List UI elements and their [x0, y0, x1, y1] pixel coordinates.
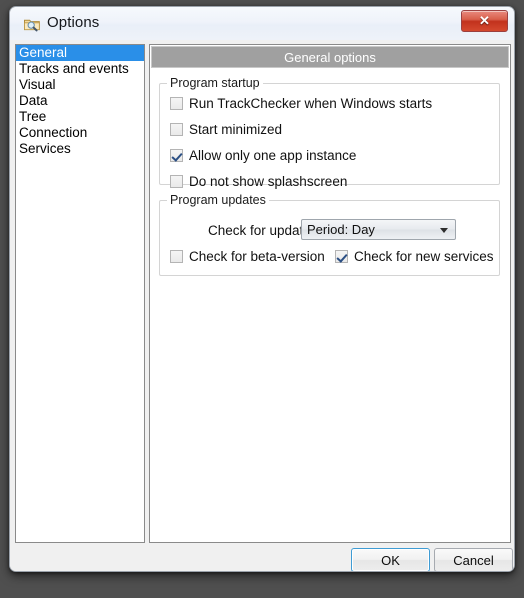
update-period-dropdown[interactable]: Period: Day	[301, 219, 456, 240]
category-list[interactable]: General Tracks and events Visual Data Tr…	[15, 44, 145, 543]
sidebar-item-services[interactable]: Services	[16, 141, 144, 157]
cancel-button[interactable]: Cancel	[434, 548, 513, 571]
checkbox-label: Check for beta-version	[189, 249, 325, 264]
group-legend: Program updates	[167, 193, 269, 207]
checkbox-row-check-new-services[interactable]: Check for new services	[335, 249, 494, 264]
checkbox-no-splashscreen[interactable]	[170, 175, 183, 188]
options-dialog-window: Options ✕ General Tracks and events Visu…	[9, 6, 515, 572]
checkbox-row-run-at-windows-start[interactable]: Run TrackChecker when Windows starts	[170, 96, 432, 111]
group-legend: Program startup	[167, 76, 263, 90]
sidebar-item-data[interactable]: Data	[16, 93, 144, 109]
sidebar-item-label: General	[19, 45, 68, 60]
dialog-body: General Tracks and events Visual Data Tr…	[10, 40, 514, 571]
checkbox-row-no-splashscreen[interactable]: Do not show splashscreen	[170, 174, 347, 189]
update-period-value: Period: Day	[307, 222, 375, 237]
sidebar-item-label: Tracks and events	[19, 61, 129, 76]
close-icon: ✕	[479, 13, 490, 28]
sidebar-item-label: Services	[19, 141, 71, 156]
ok-button[interactable]: OK	[351, 548, 430, 571]
sidebar-item-label: Visual	[19, 77, 56, 92]
checkbox-label: Do not show splashscreen	[189, 174, 348, 189]
checkbox-label: Run TrackChecker when Windows starts	[189, 96, 433, 111]
sidebar-item-label: Connection	[19, 125, 88, 140]
checkbox-start-minimized[interactable]	[170, 123, 183, 136]
checkbox-run-at-windows-start[interactable]	[170, 97, 183, 110]
group-program-startup: Program startup Run TrackChecker when Wi…	[159, 76, 500, 189]
window-title: Options	[47, 14, 100, 31]
sidebar-item-connection[interactable]: Connection	[16, 125, 144, 141]
sidebar-item-visual[interactable]: Visual	[16, 77, 144, 93]
checkbox-row-check-beta[interactable]: Check for beta-version	[170, 249, 325, 264]
settings-pane: General options Program startup Run Trac…	[149, 44, 511, 543]
checkbox-label: Check for new services	[354, 249, 494, 264]
checkbox-check-new-services[interactable]	[335, 250, 348, 263]
sidebar-item-general[interactable]: General	[16, 45, 144, 61]
checkbox-label: Start minimized	[189, 122, 283, 137]
sidebar-item-tree[interactable]: Tree	[16, 109, 144, 125]
checkbox-allow-one-instance[interactable]	[170, 149, 183, 162]
checkbox-row-start-minimized[interactable]: Start minimized	[170, 122, 282, 137]
checkbox-row-allow-one-instance[interactable]: Allow only one app instance	[170, 148, 356, 163]
chevron-down-icon	[440, 228, 448, 233]
options-folder-search-icon	[23, 15, 41, 33]
sidebar-item-label: Tree	[19, 109, 47, 124]
sidebar-item-label: Data	[19, 93, 48, 108]
sidebar-item-tracks-and-events[interactable]: Tracks and events	[16, 61, 144, 77]
title-bar[interactable]: Options ✕	[10, 7, 514, 40]
checkbox-label: Allow only one app instance	[189, 148, 357, 163]
pane-title: General options	[151, 46, 509, 68]
checkbox-check-beta-version[interactable]	[170, 250, 183, 263]
group-program-updates: Program updates Check for updates: Perio…	[159, 193, 500, 276]
close-button[interactable]: ✕	[461, 10, 508, 32]
